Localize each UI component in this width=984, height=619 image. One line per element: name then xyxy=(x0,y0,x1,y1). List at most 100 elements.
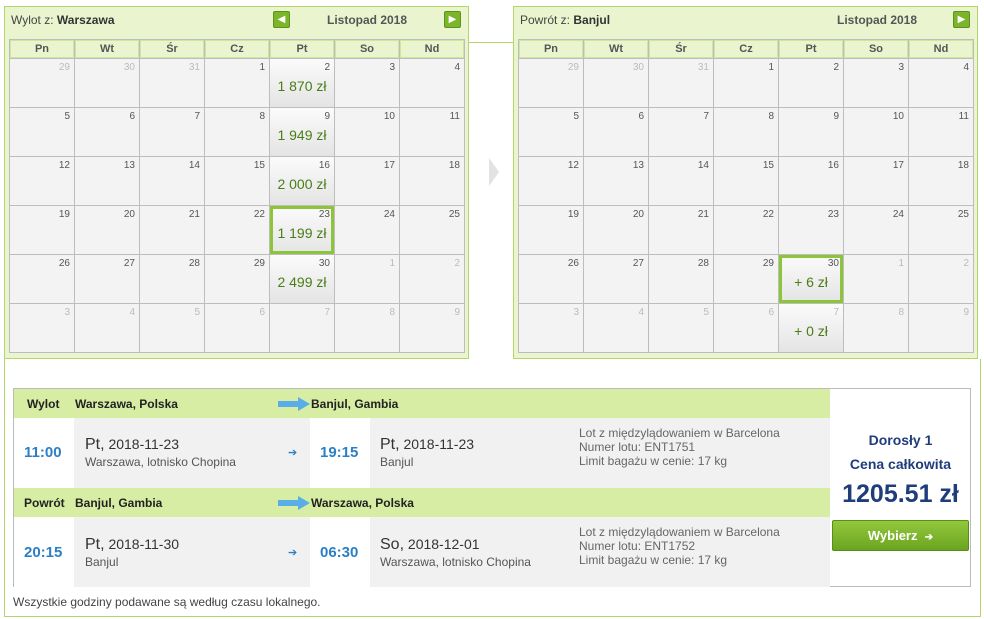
day-number: 16 xyxy=(827,160,839,171)
outbound-calendar-header: Wylot z: Warszawa ◀ Listopad 2018 ▶ xyxy=(5,7,468,33)
arrow-right-icon xyxy=(489,158,499,186)
weekday-header: Pt xyxy=(270,40,334,58)
calendar-day-cell: 1 xyxy=(714,59,778,107)
return-to: Warszawa, Polska xyxy=(311,496,414,510)
calendar-day-cell: 4 xyxy=(584,304,648,352)
day-number: 6 xyxy=(259,307,265,318)
day-number: 23 xyxy=(827,209,839,220)
calendar-day-cell: 10 xyxy=(844,108,908,156)
day-number: 28 xyxy=(188,258,200,269)
day-number: 22 xyxy=(762,209,774,220)
calendar-day-cell: 3 xyxy=(519,304,583,352)
day-number: 13 xyxy=(632,160,644,171)
day-number: 16 xyxy=(318,160,330,171)
day-number: 13 xyxy=(123,160,135,171)
day-number: 21 xyxy=(188,209,200,220)
calendar-day-cell: 29 xyxy=(519,59,583,107)
calendar-day-cell: 15 xyxy=(714,157,778,205)
day-number: 14 xyxy=(697,160,709,171)
calendar-day-cell: 2 xyxy=(909,255,973,303)
day-number: 12 xyxy=(58,160,70,171)
day-price: 2 000 zł xyxy=(277,176,327,192)
return-calendar-table: Pn Wt Śr Cz Pt So Nd 29 30 31 1 2 3 4 5 6 7 8 9 10 11 12 13 14… xyxy=(518,39,974,353)
select-button[interactable]: Wybierz ➔ xyxy=(832,520,969,551)
weekday-header: Pn xyxy=(519,40,583,58)
return-arrival-place: Warszawa, lotnisko Chopina xyxy=(380,555,531,569)
calendar-day-cell: 19 xyxy=(10,206,74,254)
day-number: 29 xyxy=(762,258,774,269)
day-number: 19 xyxy=(58,209,70,220)
calendar-day-cell: 11 xyxy=(400,108,464,156)
calendar-day-cell: 9 xyxy=(909,304,973,352)
calendar-day-cell: 8 xyxy=(335,304,399,352)
day-number: 1 xyxy=(898,258,904,269)
day-number: 29 xyxy=(58,62,70,73)
calendar-day-cell[interactable]: 30 2 499 zł xyxy=(270,255,334,303)
calendar-day-cell: 2 xyxy=(400,255,464,303)
outbound-route-row: Wylot Warszawa, Polska Banjul, Gambia xyxy=(14,389,830,418)
day-number: 18 xyxy=(957,160,969,171)
return-next-month-button[interactable]: ▶ xyxy=(953,11,970,28)
day-number: 30 xyxy=(632,62,644,73)
calendar-day-cell: 17 xyxy=(335,157,399,205)
calendar-day-cell: 17 xyxy=(844,157,908,205)
calendar-day-cell: 27 xyxy=(75,255,139,303)
day-price: 1 949 zł xyxy=(277,127,327,143)
outbound-calendar-grid: Pn Wt Śr Cz Pt So Nd 29 30 31 1 2 1 870 zł 3 4 5 6 7 8 9 1 … xyxy=(9,39,465,353)
day-number: 30 xyxy=(318,258,330,269)
calendar-day-cell: 4 xyxy=(400,59,464,107)
day-number: 5 xyxy=(703,307,709,318)
calendar-day-cell[interactable]: 9 1 949 zł xyxy=(270,108,334,156)
day-price: 1 870 zł xyxy=(277,78,327,94)
return-departure-date: Pt, 2018-11-30 xyxy=(85,536,180,553)
day-number: 3 xyxy=(389,62,395,73)
chevron-right-icon: ▶ xyxy=(448,14,457,25)
day-number: 24 xyxy=(383,209,395,220)
day-number: 7 xyxy=(194,111,200,122)
day-number: 28 xyxy=(697,258,709,269)
calendar-day-cell: 8 xyxy=(714,108,778,156)
calendar-day-cell: 24 xyxy=(844,206,908,254)
calendar-day-cell: 26 xyxy=(519,255,583,303)
prev-month-button[interactable]: ◀ xyxy=(273,11,290,28)
calendar-day-cell: 7 xyxy=(140,108,204,156)
day-number: 1 xyxy=(259,62,265,73)
day-number: 29 xyxy=(253,258,265,269)
calendar-day-cell: 5 xyxy=(519,108,583,156)
calendar-day-cell: 25 xyxy=(909,206,973,254)
calendar-day-cell: 28 xyxy=(140,255,204,303)
weekday-header: Nd xyxy=(909,40,973,58)
calendar-day-cell[interactable]: 7 + 0 zł xyxy=(779,304,843,352)
outbound-calendar-table: Pn Wt Śr Cz Pt So Nd 29 30 31 1 2 1 870 zł 3 4 5 6 7 8 9 1 … xyxy=(9,39,465,353)
day-number: 8 xyxy=(898,307,904,318)
day-number: 27 xyxy=(123,258,135,269)
total-price-amount: 1205.51 zł xyxy=(842,480,959,508)
calendar-day-cell: 29 xyxy=(714,255,778,303)
route-arrow-icon xyxy=(278,397,310,411)
day-number: 7 xyxy=(324,307,330,318)
calendar-day-cell[interactable]: 30 + 6 zł xyxy=(779,255,843,303)
calendar-day-cell: 1 xyxy=(335,255,399,303)
outbound-calendar: Wylot z: Warszawa ◀ Listopad 2018 ▶ Pn Wt… xyxy=(4,6,469,359)
day-number: 31 xyxy=(188,62,200,73)
return-arrival-time: 06:30 xyxy=(320,544,359,561)
outbound-arrival-place: Banjul xyxy=(380,455,414,469)
day-number: 25 xyxy=(957,209,969,220)
calendar-day-cell[interactable]: 16 2 000 zł xyxy=(270,157,334,205)
outbound-from: Warszawa, Polska xyxy=(75,397,178,411)
day-number: 2 xyxy=(454,258,460,269)
calendar-day-cell: 8 xyxy=(205,108,269,156)
calendar-day-cell: 1 xyxy=(844,255,908,303)
next-month-button[interactable]: ▶ xyxy=(444,11,461,28)
day-number: 24 xyxy=(892,209,904,220)
weekday-header: Śr xyxy=(140,40,204,58)
day-number: 17 xyxy=(383,160,395,171)
weekday-header: So xyxy=(844,40,908,58)
calendar-day-cell[interactable]: 23 1 199 zł xyxy=(270,206,334,254)
day-number: 1 xyxy=(389,258,395,269)
return-departure-place: Banjul xyxy=(85,555,119,569)
calendar-day-cell: 5 xyxy=(140,304,204,352)
day-number: 27 xyxy=(632,258,644,269)
calendar-day-cell: 22 xyxy=(205,206,269,254)
calendar-day-cell[interactable]: 2 1 870 zł xyxy=(270,59,334,107)
